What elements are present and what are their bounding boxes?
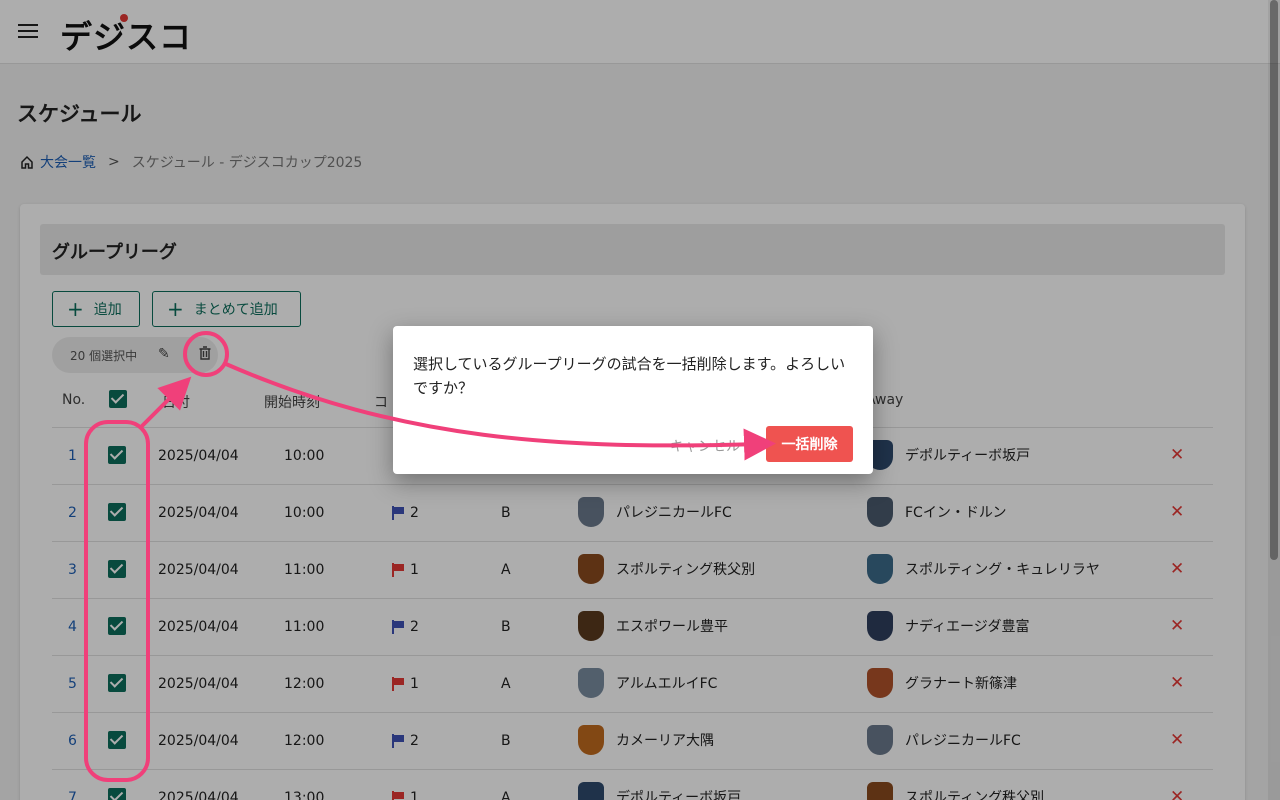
dialog-message: 選択しているグループリーグの試合を一括削除します。よろしいですか？ [413,355,846,397]
scrollbar[interactable] [1268,0,1280,800]
cancel-button[interactable]: キャンセル [670,436,740,456]
bulk-delete-confirm-button[interactable]: 一括削除 [766,426,853,462]
confirm-delete-dialog: 選択しているグループリーグの試合を一括削除します。よろしいですか？ キャンセル … [393,326,873,474]
scrollbar-thumb[interactable] [1270,0,1278,560]
